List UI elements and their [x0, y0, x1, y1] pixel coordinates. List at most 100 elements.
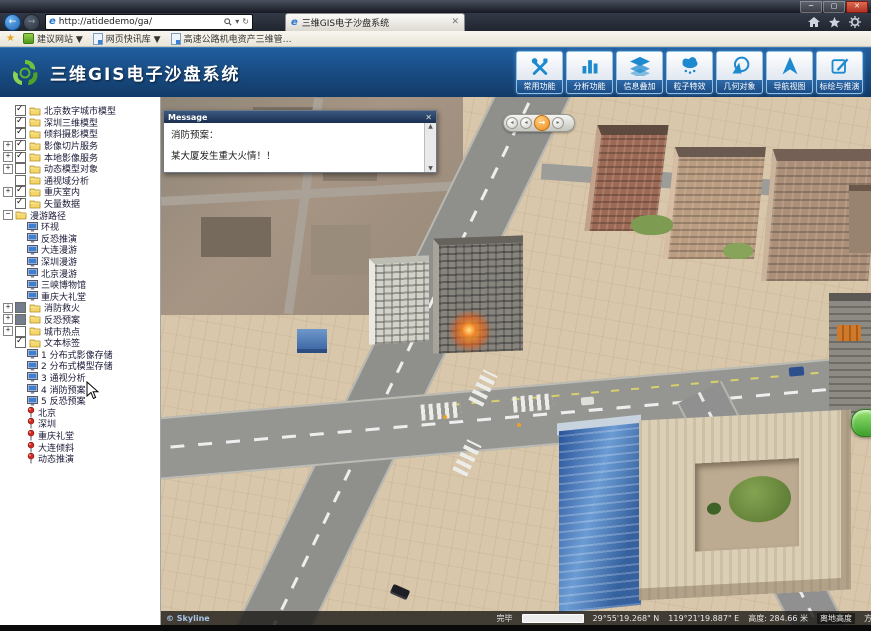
add-favorite-star-icon[interactable]: ★	[6, 34, 15, 44]
tree-item[interactable]: 重庆礼堂	[0, 430, 160, 442]
toolbar-button-navigation[interactable]: 导航视图	[766, 51, 813, 94]
layer-checkbox[interactable]	[15, 314, 26, 325]
toolbar-button-tools[interactable]: 常用功能	[516, 51, 563, 94]
message-line: 消防预案：	[171, 127, 420, 141]
tree-item[interactable]: 动态推演	[0, 453, 160, 465]
tree-item[interactable]: 5 反恐预案	[0, 395, 160, 407]
layer-checkbox[interactable]	[15, 105, 26, 116]
url-text[interactable]: http://atidedemo/ga/	[59, 17, 221, 27]
expand-icon[interactable]: +	[3, 164, 13, 174]
tree-item[interactable]: +反恐预案	[0, 314, 160, 326]
tree-item[interactable]: 三峡博物馆	[0, 279, 160, 291]
layer-checkbox[interactable]	[15, 198, 26, 209]
monitor-icon	[27, 396, 38, 406]
tree-item[interactable]: 大连倾斜	[0, 441, 160, 453]
forward-button[interactable]: →	[23, 14, 40, 31]
folder-icon	[29, 303, 41, 313]
tree-item[interactable]: 矢量数据	[0, 198, 160, 210]
browser-favorites-bar: ★ 建议网站 ▼ 网页快讯库 ▼ 高速公路机电资产三维管…	[0, 31, 871, 47]
toolbar-button-geometry[interactable]: 几何对象	[716, 51, 763, 94]
message-scrollbar[interactable]: ▲▼	[424, 123, 436, 172]
address-bar[interactable]: e http://atidedemo/ga/ ▾ ↻	[45, 14, 253, 30]
tree-item[interactable]: 北京漫游	[0, 267, 160, 279]
map-viewport[interactable]: Message ✕ 消防预案： 某大厦发生重大火情！！ ▲▼ ◂ ◂ → ▸ ©…	[161, 97, 871, 625]
tree-item[interactable]: +本地影像服务	[0, 151, 160, 163]
skyline-watermark: © Skyline	[166, 614, 210, 623]
toolbar-button-label: 几何对象	[717, 80, 762, 93]
layer-checkbox[interactable]	[15, 186, 26, 197]
layer-checkbox[interactable]	[15, 117, 26, 128]
tree-item[interactable]: −漫游路径	[0, 209, 160, 221]
tree-item[interactable]: 文本标签	[0, 337, 160, 349]
tree-item[interactable]: 重庆大礼堂	[0, 291, 160, 303]
tree-item[interactable]: 深圳	[0, 418, 160, 430]
expand-icon[interactable]: +	[3, 152, 13, 162]
tree-item[interactable]: 1 分布式影像存储	[0, 348, 160, 360]
tree-item[interactable]: +城市热点	[0, 325, 160, 337]
home-icon[interactable]	[808, 17, 820, 28]
message-window[interactable]: Message ✕ 消防预案： 某大厦发生重大火情！！ ▲▼	[163, 110, 437, 173]
browser-tab[interactable]: e 三维GIS电子沙盘系统 ✕	[285, 13, 465, 31]
tree-item[interactable]: 倾斜摄影模型	[0, 128, 160, 140]
tab-close-icon[interactable]: ✕	[451, 18, 459, 27]
tree-item[interactable]: 深圳漫游	[0, 256, 160, 268]
layer-checkbox[interactable]	[15, 140, 26, 151]
tree-item[interactable]: 通视域分析	[0, 175, 160, 187]
slider-left-icon[interactable]: ◂	[506, 117, 518, 129]
layer-checkbox[interactable]	[15, 128, 26, 139]
monitor-icon	[27, 384, 38, 394]
favorites-star-icon[interactable]	[829, 17, 840, 28]
window-maximize-button[interactable]: ▢	[823, 1, 845, 13]
tab-title: 三维GIS电子沙盘系统	[302, 16, 448, 29]
tree-item[interactable]: 北京数字城市模型	[0, 105, 160, 117]
tree-item[interactable]: 深圳三维模型	[0, 117, 160, 129]
tree-item[interactable]: +重庆室内	[0, 186, 160, 198]
layer-checkbox[interactable]	[15, 337, 26, 348]
layer-checkbox[interactable]	[15, 302, 26, 313]
address-dropdown-icon[interactable]: ▾	[235, 18, 239, 26]
tree-item[interactable]: +影像切片服务	[0, 140, 160, 152]
layer-checkbox[interactable]	[15, 152, 26, 163]
collapse-icon[interactable]: −	[3, 210, 13, 220]
tree-item[interactable]: 3 通视分析	[0, 372, 160, 384]
favorites-bar-item[interactable]: 高速公路机电资产三维管…	[171, 32, 292, 45]
slider-left2-icon[interactable]: ◂	[520, 117, 532, 129]
expand-icon[interactable]: +	[3, 303, 13, 313]
map-status-bar: © Skyline 完毕 29°55'19.268" N 119°21'19.8…	[161, 611, 871, 625]
tree-item[interactable]: +消防救火	[0, 302, 160, 314]
window-close-button[interactable]: ✕	[846, 1, 868, 13]
layer-checkbox[interactable]	[15, 163, 26, 174]
message-window-titlebar[interactable]: Message ✕	[164, 111, 436, 123]
tree-item[interactable]: 2 分布式模型存储	[0, 360, 160, 372]
camera-slider-control[interactable]: ◂ ◂ → ▸	[503, 114, 575, 132]
tree-item[interactable]: +动态模型对象	[0, 163, 160, 175]
tree-item[interactable]: 北京	[0, 406, 160, 418]
favorites-bar-item[interactable]: 网页快讯库 ▼	[93, 32, 161, 45]
refresh-icon[interactable]: ↻	[242, 18, 249, 26]
tree-item[interactable]: 环视	[0, 221, 160, 233]
tree-item[interactable]: 大连漫游	[0, 244, 160, 256]
layer-checkbox[interactable]	[15, 326, 26, 337]
toolbar-button-layers[interactable]: 信息叠加	[616, 51, 663, 94]
expand-icon[interactable]: +	[3, 314, 13, 324]
edge-green-button[interactable]	[851, 409, 871, 437]
favorites-bar-item[interactable]: 建议网站 ▼	[23, 32, 83, 45]
tree-item-label[interactable]: 动态推演	[38, 452, 74, 465]
slider-right-icon[interactable]: ▸	[552, 117, 564, 129]
back-button[interactable]: ←	[4, 14, 21, 31]
tree-item[interactable]: 4 消防预案	[0, 383, 160, 395]
message-close-icon[interactable]: ✕	[425, 113, 432, 122]
tree-item[interactable]: 反恐推演	[0, 233, 160, 245]
toolbar-button-chart[interactable]: 分析功能	[566, 51, 613, 94]
expand-icon[interactable]: +	[3, 141, 13, 151]
window-minimize-button[interactable]: ─	[800, 1, 822, 13]
status-state: 完毕	[497, 613, 513, 624]
expand-icon[interactable]: +	[3, 187, 13, 197]
search-icon[interactable]	[224, 18, 232, 26]
slider-knob[interactable]: →	[534, 115, 550, 131]
toolbar-button-particles[interactable]: 粒子特效	[666, 51, 713, 94]
gear-icon[interactable]	[849, 16, 861, 28]
toolbar-button-plot[interactable]: 标绘与推演	[816, 51, 863, 94]
expand-icon[interactable]: +	[3, 326, 13, 336]
layer-checkbox[interactable]	[15, 175, 26, 186]
